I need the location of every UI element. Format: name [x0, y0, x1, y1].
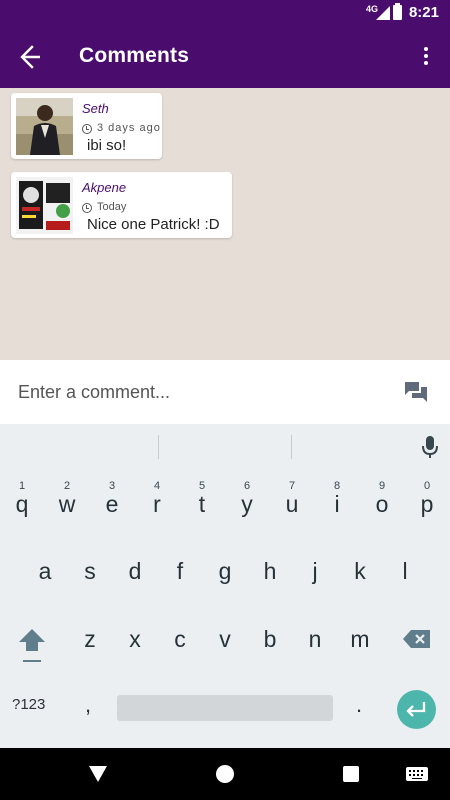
key-t[interactable]: 5t — [182, 476, 222, 530]
send-comment-icon[interactable] — [404, 381, 428, 403]
period-key[interactable]: . — [356, 692, 362, 718]
key-label: r — [153, 491, 161, 517]
key-label: b — [263, 626, 277, 652]
page-title: Comments — [79, 44, 190, 67]
key-label: i — [334, 491, 340, 517]
key-label: x — [129, 626, 141, 652]
key-d[interactable]: d — [115, 544, 155, 598]
comment-author: Seth — [82, 101, 109, 116]
key-label: p — [420, 491, 434, 517]
nav-back-icon[interactable] — [88, 765, 108, 788]
comment-time: Today — [97, 201, 127, 213]
signal-icon — [376, 6, 390, 20]
clock: 8:21 — [408, 4, 439, 21]
backspace-icon[interactable] — [402, 629, 432, 649]
key-label: u — [285, 491, 299, 517]
symbols-key[interactable]: ?123 — [12, 696, 45, 713]
key-label: v — [219, 626, 231, 652]
key-label: f — [176, 558, 184, 584]
shift-key[interactable] — [17, 626, 47, 668]
key-label: c — [174, 626, 186, 652]
key-m[interactable]: m — [340, 612, 380, 666]
comment-input-bar — [0, 360, 450, 424]
comment-card[interactable]: Seth 3 days ago ibi so! — [11, 93, 162, 159]
key-label: s — [84, 558, 96, 584]
nav-recents-icon[interactable] — [343, 766, 359, 782]
key-o[interactable]: 9o — [362, 476, 402, 530]
key-label: y — [241, 491, 253, 517]
key-a[interactable]: a — [25, 544, 65, 598]
comment-text: Nice one Patrick! :D — [87, 216, 220, 233]
key-label: o — [375, 491, 389, 517]
space-bar[interactable] — [117, 695, 333, 721]
key-label: k — [354, 558, 366, 584]
comments-list: Seth 3 days ago ibi so! Akpene Today Nic… — [0, 88, 450, 360]
key-label: h — [263, 558, 277, 584]
key-label: l — [402, 558, 408, 584]
key-u[interactable]: 7u — [272, 476, 312, 530]
key-x[interactable]: x — [115, 612, 155, 666]
key-r[interactable]: 4r — [137, 476, 177, 530]
key-label: a — [38, 558, 52, 584]
key-e[interactable]: 3e — [92, 476, 132, 530]
key-j[interactable]: j — [295, 544, 335, 598]
back-arrow-icon[interactable] — [14, 42, 48, 72]
app-bar: Comments — [0, 25, 450, 88]
key-q[interactable]: 1q — [2, 476, 42, 530]
key-w[interactable]: 2w — [47, 476, 87, 530]
comment-time: 3 days ago — [97, 122, 161, 134]
key-f[interactable]: f — [160, 544, 200, 598]
soft-keyboard: 1q 2w 3e 4r 5t 6y 7u 8i 9o 0p a s d f g … — [0, 424, 450, 748]
key-label: g — [218, 558, 232, 584]
avatar — [16, 177, 73, 234]
key-label: z — [84, 626, 96, 652]
suggestion-divider — [291, 435, 292, 459]
clock-icon — [82, 203, 92, 213]
key-label: q — [15, 491, 29, 517]
status-bar: 4G 8:21 — [0, 0, 450, 25]
key-y[interactable]: 6y — [227, 476, 267, 530]
comment-card[interactable]: Akpene Today Nice one Patrick! :D — [11, 172, 232, 238]
key-z[interactable]: z — [70, 612, 110, 666]
more-options-icon[interactable] — [416, 45, 436, 69]
key-c[interactable]: c — [160, 612, 200, 666]
key-i[interactable]: 8i — [317, 476, 357, 530]
key-label: e — [105, 491, 119, 517]
key-l[interactable]: l — [385, 544, 425, 598]
key-label: d — [128, 558, 142, 584]
key-v[interactable]: v — [205, 612, 245, 666]
key-n[interactable]: n — [295, 612, 335, 666]
key-h[interactable]: h — [250, 544, 290, 598]
key-p[interactable]: 0p — [407, 476, 447, 530]
keyboard-switch-icon[interactable] — [406, 767, 428, 781]
key-label: m — [350, 626, 370, 652]
comma-key[interactable]: , — [85, 692, 91, 718]
battery-icon — [393, 3, 402, 20]
key-label: n — [308, 626, 322, 652]
key-label: t — [198, 491, 206, 517]
clock-icon — [82, 124, 92, 134]
comment-text: ibi so! — [87, 137, 127, 154]
enter-key[interactable] — [397, 690, 436, 729]
microphone-icon[interactable] — [422, 435, 438, 459]
key-k[interactable]: k — [340, 544, 380, 598]
key-label: j — [312, 558, 318, 584]
comment-input[interactable] — [0, 360, 380, 424]
key-b[interactable]: b — [250, 612, 290, 666]
suggestion-divider — [158, 435, 159, 459]
key-s[interactable]: s — [70, 544, 110, 598]
suggestion-strip — [0, 424, 450, 466]
avatar — [16, 98, 73, 155]
comment-author: Akpene — [82, 180, 127, 195]
nav-home-icon[interactable] — [216, 765, 234, 783]
key-label: w — [58, 491, 76, 517]
system-nav-bar — [0, 748, 450, 800]
key-g[interactable]: g — [205, 544, 245, 598]
